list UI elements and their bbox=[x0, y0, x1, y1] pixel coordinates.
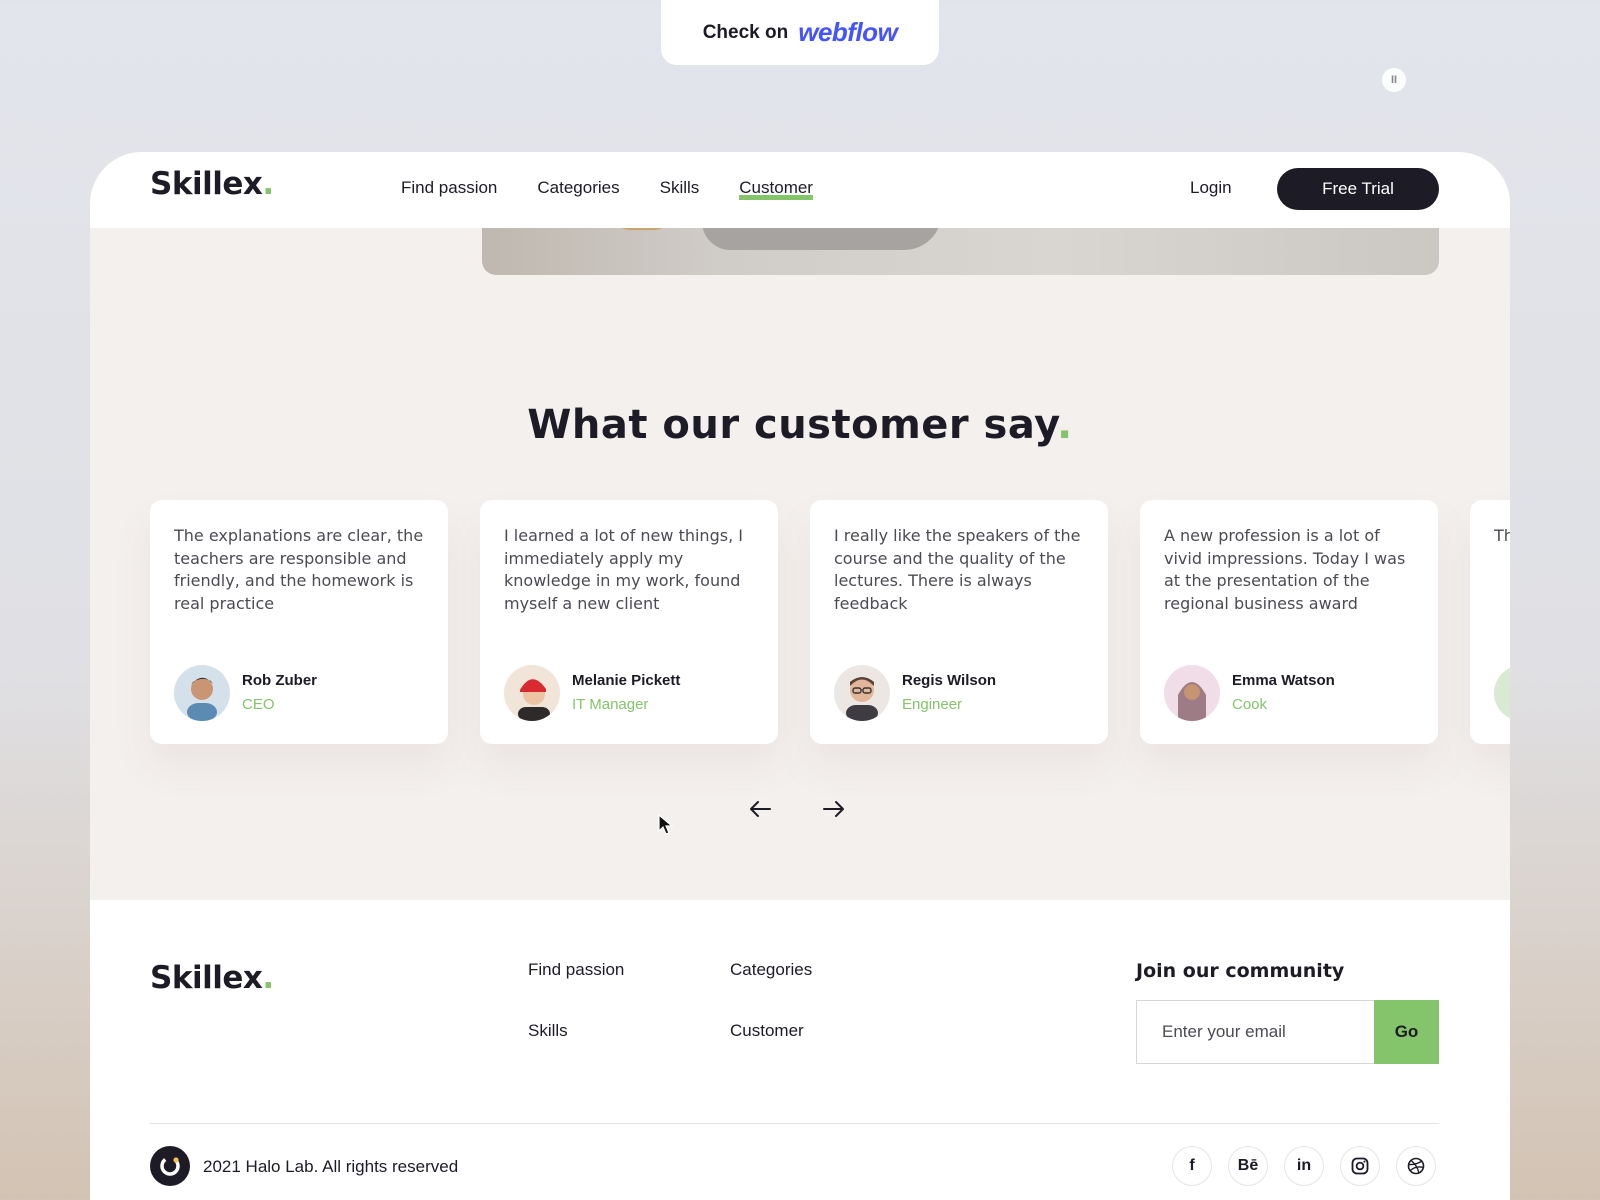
testimonial-quote: I really like the speakers of the course… bbox=[834, 526, 1081, 613]
footer-nav-categories[interactable]: Categories bbox=[730, 960, 812, 980]
nav-find-passion[interactable]: Find passion bbox=[401, 178, 497, 198]
footer-nav-skills[interactable]: Skills bbox=[528, 1021, 568, 1041]
footer-nav-find-passion[interactable]: Find passion bbox=[528, 960, 624, 980]
site-frame: Skillex. Find passion Categories Skills … bbox=[90, 152, 1510, 1200]
main-nav: Find passion Categories Skills Customer bbox=[401, 178, 813, 200]
login-link[interactable]: Login bbox=[1190, 178, 1232, 198]
testimonial-card: A new profession is a lot of vivid impre… bbox=[1140, 500, 1438, 744]
arrow-right-icon[interactable] bbox=[819, 794, 849, 824]
linkedin-icon[interactable]: in bbox=[1284, 1146, 1324, 1186]
avatar bbox=[504, 665, 560, 721]
author-name: Rob Zuber bbox=[242, 672, 317, 689]
footer-logo[interactable]: Skillex. bbox=[150, 960, 274, 996]
nav-skills[interactable]: Skills bbox=[660, 178, 700, 198]
halo-lab-logo-icon[interactable] bbox=[150, 1146, 190, 1186]
testimonial-quote: The explanations are clear, the teachers… bbox=[174, 526, 424, 613]
social-links: f Bē in bbox=[1172, 1146, 1436, 1186]
author-name: Emma Watson bbox=[1232, 672, 1335, 689]
copyright-text: 2021 Halo Lab. All rights reserved bbox=[203, 1157, 459, 1176]
author-role: IT Manager bbox=[572, 696, 649, 713]
join-title: Join our community bbox=[1136, 960, 1345, 982]
behance-icon[interactable]: Bē bbox=[1228, 1146, 1268, 1186]
author-role: CEO bbox=[242, 696, 275, 713]
carousel-controls bbox=[745, 794, 849, 824]
footer-nav-customer[interactable]: Customer bbox=[730, 1021, 804, 1041]
avatar bbox=[834, 665, 890, 721]
testimonial-card: I learned a lot of new things, I immedia… bbox=[480, 500, 778, 744]
section-title: What our customer say. bbox=[527, 402, 1073, 448]
mouse-cursor-icon bbox=[658, 814, 674, 835]
dribbble-icon[interactable] bbox=[1396, 1146, 1436, 1186]
instagram-icon[interactable] bbox=[1340, 1146, 1380, 1186]
webflow-badge[interactable]: Check on webflow bbox=[661, 0, 939, 65]
author-name: Regis Wilson bbox=[902, 672, 997, 689]
testimonial-card: I really like the speakers of the course… bbox=[810, 500, 1108, 744]
site-footer: Skillex. Find passion Categories Skills … bbox=[90, 900, 1510, 1200]
avatar bbox=[1164, 665, 1220, 721]
site-header: Skillex. Find passion Categories Skills … bbox=[90, 152, 1510, 228]
arrow-left-icon[interactable] bbox=[745, 794, 775, 824]
pause-icon[interactable]: II bbox=[1382, 68, 1406, 92]
free-trial-button[interactable]: Free Trial bbox=[1277, 168, 1439, 210]
testimonial-carousel: The explanations are clear, the teachers… bbox=[150, 500, 1510, 800]
nav-customer[interactable]: Customer bbox=[739, 178, 813, 200]
author-name: Melanie Pickett bbox=[572, 672, 681, 689]
author-role: Engineer bbox=[902, 696, 963, 713]
footer-divider bbox=[150, 1123, 1439, 1124]
testimonial-card: Th st m pr bbox=[1470, 500, 1510, 744]
site-logo[interactable]: Skillex. bbox=[150, 166, 274, 202]
avatar bbox=[174, 665, 230, 721]
testimonial-quote: A new profession is a lot of vivid impre… bbox=[1164, 526, 1406, 613]
webflow-logo: webflow bbox=[798, 17, 898, 47]
email-field[interactable] bbox=[1136, 1000, 1374, 1064]
nav-categories[interactable]: Categories bbox=[537, 178, 619, 198]
testimonial-quote: I learned a lot of new things, I immedia… bbox=[504, 526, 743, 613]
go-button[interactable]: Go bbox=[1374, 1000, 1439, 1064]
testimonial-card: The explanations are clear, the teachers… bbox=[150, 500, 448, 744]
author-role: Cook bbox=[1232, 696, 1268, 713]
testimonial-quote: Th st m pr bbox=[1494, 526, 1510, 545]
badge-label: Check on bbox=[702, 21, 789, 43]
avatar bbox=[1494, 665, 1510, 721]
facebook-icon[interactable]: f bbox=[1172, 1146, 1212, 1186]
